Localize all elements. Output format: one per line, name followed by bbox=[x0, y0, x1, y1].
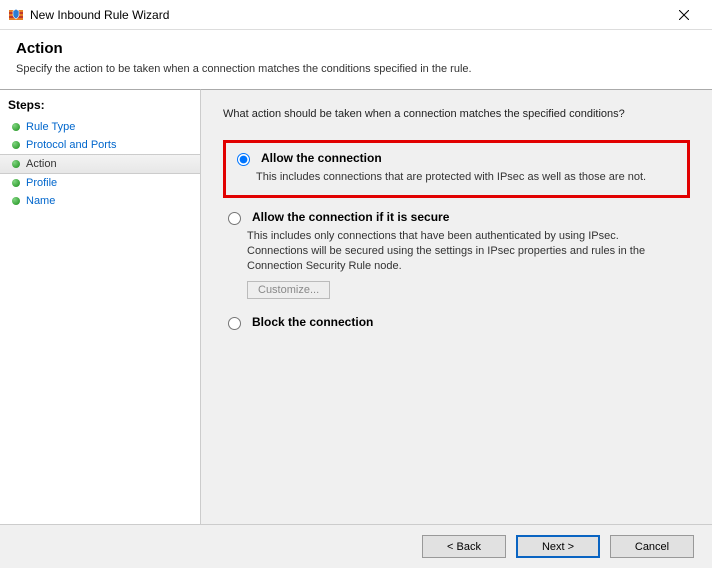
step-name[interactable]: Name bbox=[0, 192, 200, 210]
option-block[interactable]: Block the connection bbox=[223, 315, 690, 330]
step-label: Profile bbox=[26, 177, 57, 189]
step-action[interactable]: Action bbox=[0, 154, 200, 174]
steps-heading: Steps: bbox=[0, 94, 200, 118]
content-prompt: What action should be taken when a conne… bbox=[223, 108, 690, 120]
customize-button: Customize... bbox=[247, 281, 330, 299]
titlebar: New Inbound Rule Wizard bbox=[0, 0, 712, 30]
step-rule-type[interactable]: Rule Type bbox=[0, 118, 200, 136]
wizard-header: Action Specify the action to be taken wh… bbox=[0, 30, 712, 89]
page-title: Action bbox=[16, 40, 696, 57]
radio-allow-secure-desc: This includes only connections that have… bbox=[247, 229, 647, 274]
step-label: Action bbox=[26, 158, 57, 170]
steps-pane: Steps: Rule Type Protocol and Ports Acti… bbox=[0, 89, 200, 524]
window-title: New Inbound Rule Wizard bbox=[30, 8, 664, 22]
page-subtitle: Specify the action to be taken when a co… bbox=[16, 63, 696, 75]
highlight-allow: Allow the connection This includes conne… bbox=[223, 140, 690, 198]
radio-allow-secure-label: Allow the connection if it is secure bbox=[252, 210, 449, 224]
option-allow[interactable]: Allow the connection bbox=[232, 151, 677, 166]
step-profile[interactable]: Profile bbox=[0, 174, 200, 192]
bullet-icon bbox=[12, 123, 20, 131]
bullet-icon bbox=[12, 160, 20, 168]
cancel-button[interactable]: Cancel bbox=[610, 535, 694, 558]
radio-allow-label: Allow the connection bbox=[261, 151, 382, 165]
bullet-icon bbox=[12, 179, 20, 187]
radio-block-label: Block the connection bbox=[252, 315, 373, 329]
step-label: Name bbox=[26, 195, 55, 207]
close-button[interactable] bbox=[664, 1, 704, 29]
radio-block[interactable] bbox=[228, 317, 241, 330]
step-label: Protocol and Ports bbox=[26, 139, 117, 151]
firewall-icon bbox=[8, 7, 24, 23]
back-button[interactable]: < Back bbox=[422, 535, 506, 558]
close-icon bbox=[679, 10, 689, 20]
step-label: Rule Type bbox=[26, 121, 75, 133]
step-protocol-and-ports[interactable]: Protocol and Ports bbox=[0, 136, 200, 154]
radio-allow-desc: This includes connections that are prote… bbox=[256, 170, 656, 185]
next-button[interactable]: Next > bbox=[516, 535, 600, 558]
wizard-footer: < Back Next > Cancel bbox=[0, 524, 712, 568]
bullet-icon bbox=[12, 197, 20, 205]
bullet-icon bbox=[12, 141, 20, 149]
radio-allow-secure[interactable] bbox=[228, 212, 241, 225]
radio-allow[interactable] bbox=[237, 153, 250, 166]
option-allow-secure[interactable]: Allow the connection if it is secure bbox=[223, 210, 690, 225]
content-pane: What action should be taken when a conne… bbox=[200, 89, 712, 524]
